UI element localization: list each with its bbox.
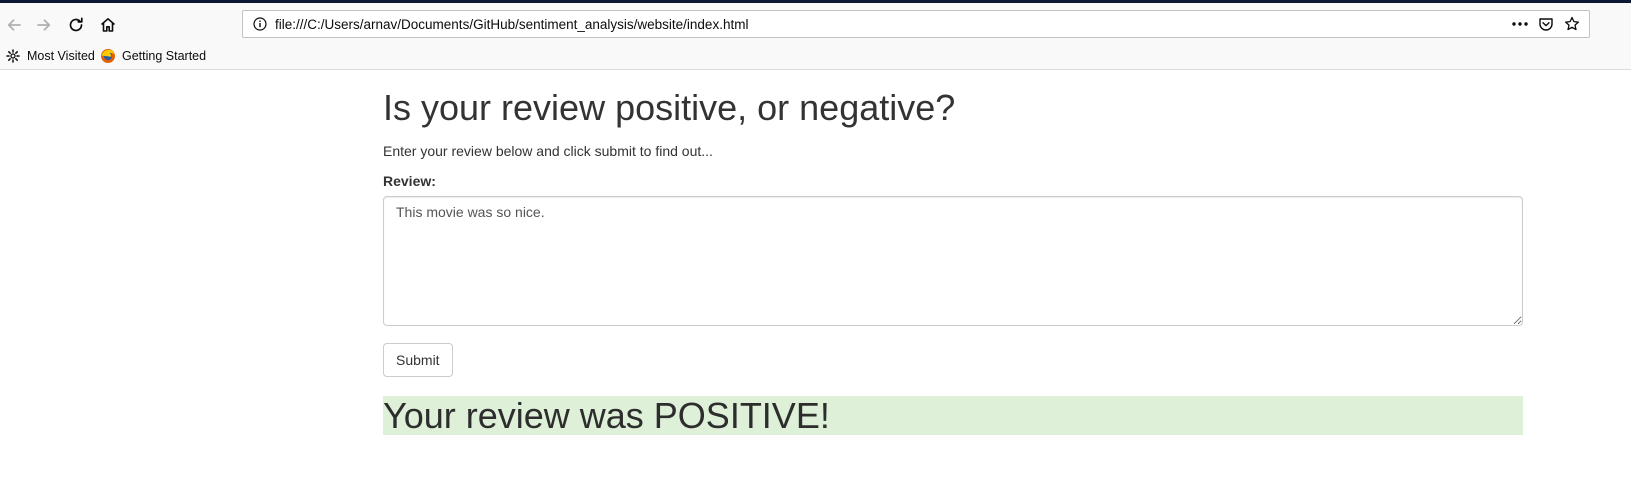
submit-button[interactable]: Submit xyxy=(383,343,453,377)
reload-button[interactable] xyxy=(62,11,90,39)
address-bar[interactable]: file:///C:/Users/arnav/Documents/GitHub/… xyxy=(242,10,1590,38)
forward-arrow-icon xyxy=(35,16,53,34)
navigation-toolbar: file:///C:/Users/arnav/Documents/GitHub/… xyxy=(0,3,1631,43)
home-button[interactable] xyxy=(94,11,122,39)
review-label: Review: xyxy=(383,173,436,189)
info-icon[interactable] xyxy=(249,13,271,35)
review-textarea[interactable]: This movie was so nice. xyxy=(383,196,1523,326)
bookmark-most-visited[interactable]: Most Visited xyxy=(5,47,95,65)
page-title: Is your review positive, or negative? xyxy=(383,87,956,128)
bookmark-getting-started[interactable]: Getting Started xyxy=(100,47,206,65)
forward-button[interactable] xyxy=(30,11,58,39)
url-text[interactable]: file:///C:/Users/arnav/Documents/GitHub/… xyxy=(275,17,1507,32)
pocket-icon[interactable] xyxy=(1533,13,1559,35)
result-banner: Your review was POSITIVE! xyxy=(383,396,1523,435)
intro-text: Enter your review below and click submit… xyxy=(383,143,713,159)
more-actions-icon[interactable] xyxy=(1507,13,1533,35)
bookmark-label: Most Visited xyxy=(27,49,95,63)
bookmarks-toolbar: Most Visited Getting Started xyxy=(0,43,1631,70)
back-arrow-icon xyxy=(5,16,23,34)
back-button[interactable] xyxy=(0,11,28,39)
home-icon xyxy=(99,16,117,34)
reload-icon xyxy=(67,16,85,34)
firefox-icon xyxy=(100,48,116,64)
bookmark-label: Getting Started xyxy=(122,49,207,63)
star-icon[interactable] xyxy=(1559,13,1585,35)
browser-window: file:///C:/Users/arnav/Documents/GitHub/… xyxy=(0,0,1631,492)
gear-icon xyxy=(5,48,21,64)
